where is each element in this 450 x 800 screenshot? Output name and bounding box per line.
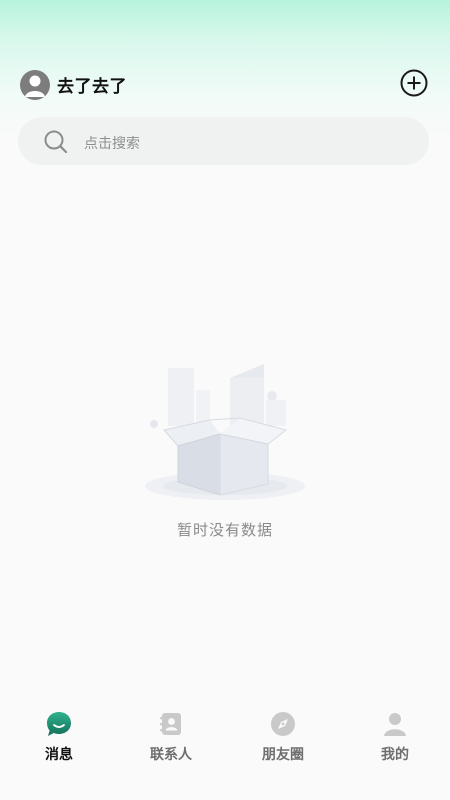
chat-bubble-icon xyxy=(47,712,71,736)
empty-box-illustration xyxy=(145,364,305,500)
tab-label: 消息 xyxy=(45,747,73,763)
empty-state-text: 暂时没有数据 xyxy=(176,521,273,539)
search-placeholder: 点击搜索 xyxy=(84,136,140,152)
tab-moments[interactable]: 朋友圈 xyxy=(243,710,323,764)
top-header: 去了去了 xyxy=(0,62,450,108)
tab-label: 朋友圈 xyxy=(262,747,304,763)
tab-contacts[interactable]: 联系人 xyxy=(131,710,211,764)
add-button[interactable] xyxy=(400,69,428,97)
tab-me[interactable]: 我的 xyxy=(355,710,435,764)
avatar[interactable] xyxy=(20,70,50,100)
contacts-book-icon xyxy=(160,713,181,735)
empty-state: 暂时没有数据 xyxy=(0,360,450,540)
user-avatar-icon xyxy=(25,75,45,97)
search-bar[interactable]: 点击搜索 xyxy=(18,117,429,165)
bottom-tab-bar: 消息 联系人 朋友圈 我的 xyxy=(0,700,450,800)
compass-icon xyxy=(271,712,295,736)
tab-label: 我的 xyxy=(381,747,409,763)
username: 去了去了 xyxy=(57,77,127,97)
plus-circle-icon xyxy=(400,69,428,97)
app-screen: 去了去了 点击搜索 暂时没有数据 消息 联系人 朋友圈 我的 xyxy=(0,0,450,800)
tab-label: 联系人 xyxy=(150,747,192,763)
search-icon xyxy=(44,130,68,154)
person-icon xyxy=(384,713,406,736)
tab-messages[interactable]: 消息 xyxy=(19,710,99,764)
